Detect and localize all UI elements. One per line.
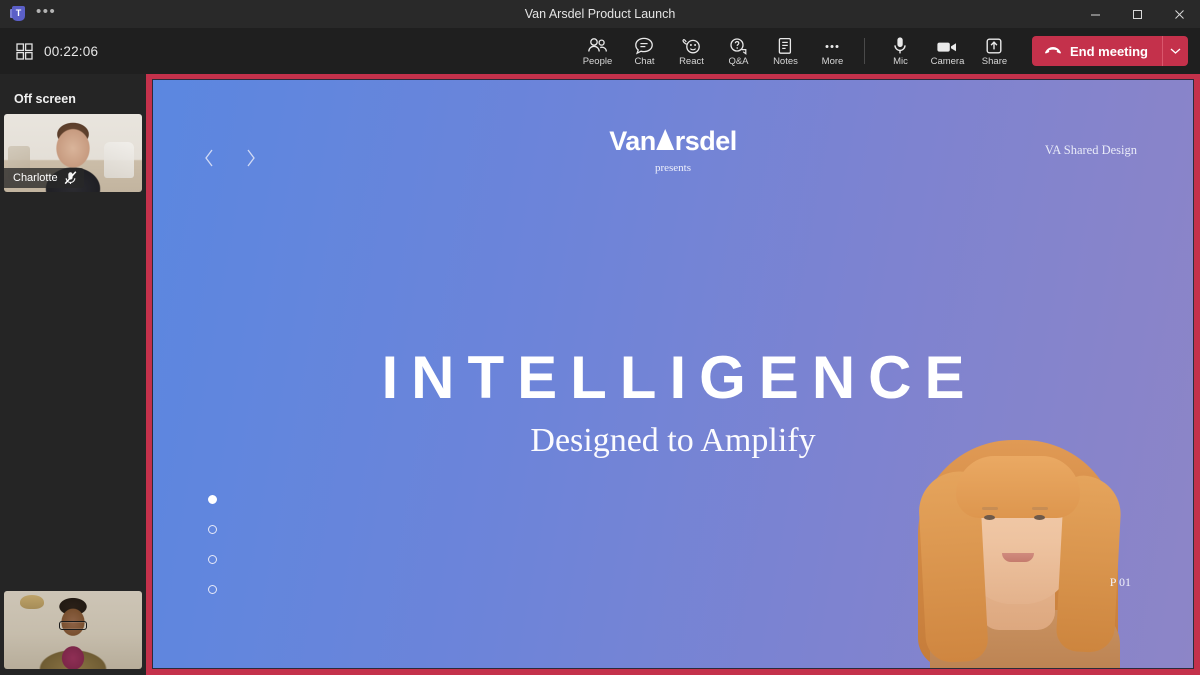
chat-icon	[634, 35, 654, 55]
mic-muted-icon	[64, 171, 77, 185]
people-button[interactable]: People	[574, 29, 621, 73]
qanda-label: Q&A	[728, 56, 749, 68]
shared-design-label: VA Shared Design	[1044, 143, 1137, 157]
vanarsdel-logo-text: Van rsdel	[609, 128, 737, 155]
titlebar-left: T •••	[0, 4, 200, 22]
toolbar-divider	[863, 38, 865, 64]
participant-tile-charlotte[interactable]: Charlotte	[4, 114, 142, 192]
react-label: React	[679, 56, 704, 68]
people-icon	[587, 35, 608, 55]
more-button[interactable]: More	[809, 29, 856, 73]
toolbar-right-controls: Mic Camera Share End meeting	[877, 29, 1200, 73]
notes-icon	[776, 35, 794, 55]
meeting-timer: 00:22:06	[44, 43, 99, 59]
slide-progress-dots	[208, 495, 217, 594]
teams-logo-icon: T	[10, 6, 26, 22]
participant-rail: Off screen Charlotte	[0, 74, 146, 675]
mic-label: Mic	[893, 56, 908, 68]
grid-view-icon[interactable]	[16, 42, 33, 60]
microphone-icon	[892, 35, 908, 55]
share-button[interactable]: Share	[971, 29, 1018, 73]
slide-dot-4[interactable]	[208, 585, 217, 594]
notes-button[interactable]: Notes	[762, 29, 809, 73]
chat-label: Chat	[634, 56, 655, 68]
participant-name-badge: Charlotte	[4, 168, 84, 188]
camera-button[interactable]: Camera	[924, 29, 971, 73]
window-titlebar: T ••• Van Arsdel Product Launch	[0, 0, 1200, 28]
people-label: People	[582, 56, 613, 68]
share-icon	[985, 35, 1003, 55]
slide-headline: INTELLIGENCE	[381, 344, 978, 411]
mic-button[interactable]: Mic	[877, 29, 924, 73]
meeting-toolbar: 00:22:06 People Chat React Q&A Notes Mor…	[0, 28, 1200, 74]
end-meeting-dropdown[interactable]	[1162, 36, 1188, 66]
slide-dot-1[interactable]	[208, 495, 217, 504]
react-button[interactable]: React	[668, 29, 715, 73]
end-meeting-label: End meeting	[1069, 43, 1148, 59]
presenter-cutout-image	[878, 428, 1158, 668]
qanda-icon	[728, 35, 749, 56]
logo-a-glyph	[655, 129, 675, 150]
slide-dot-2[interactable]	[208, 525, 217, 534]
more-label: More	[821, 56, 844, 68]
slide-navigation	[203, 148, 257, 168]
camera-label: Camera	[930, 56, 965, 68]
participant-video-2	[4, 591, 142, 669]
slide-page-number: P 01	[1109, 575, 1131, 589]
presentation-slide[interactable]: Van rsdel presents VA Shared Design INTE…	[152, 79, 1194, 669]
hangup-icon	[1044, 44, 1062, 59]
end-meeting-button[interactable]: End meeting	[1031, 36, 1162, 66]
titlebar-overflow-icon[interactable]: •••	[36, 4, 56, 22]
share-label: Share	[981, 56, 1008, 68]
chat-button[interactable]: Chat	[621, 29, 668, 73]
notes-label: Notes	[773, 56, 798, 68]
more-icon	[822, 35, 842, 55]
participant-tile-2[interactable]	[4, 591, 142, 669]
shared-content-frame: Van rsdel presents VA Shared Design INTE…	[146, 74, 1200, 675]
maximize-button[interactable]	[1116, 0, 1158, 28]
toolbar-left: 00:22:06	[0, 42, 300, 60]
camera-icon	[936, 35, 958, 55]
logo-part-rsdel: rsdel	[674, 126, 738, 156]
minimize-button[interactable]	[1074, 0, 1116, 28]
slide-dot-3[interactable]	[208, 555, 217, 564]
toolbar-center-controls: People Chat React Q&A Notes More	[300, 29, 877, 73]
logo-part-van: Van	[609, 126, 656, 156]
participant-name-label: Charlotte	[13, 172, 58, 184]
offscreen-section-title: Off screen	[14, 92, 76, 106]
react-icon	[680, 35, 702, 55]
close-button[interactable]	[1158, 0, 1200, 28]
logo-subtitle: presents	[654, 162, 692, 174]
previous-slide-icon[interactable]	[203, 148, 216, 168]
next-slide-icon[interactable]	[244, 148, 257, 168]
window-controls	[1000, 0, 1200, 28]
end-meeting-group: End meeting	[1031, 36, 1188, 66]
vanarsdel-logo: Van rsdel presents	[609, 128, 737, 175]
qanda-button[interactable]: Q&A	[715, 29, 762, 73]
window-title: Van Arsdel Product Launch	[524, 7, 676, 21]
